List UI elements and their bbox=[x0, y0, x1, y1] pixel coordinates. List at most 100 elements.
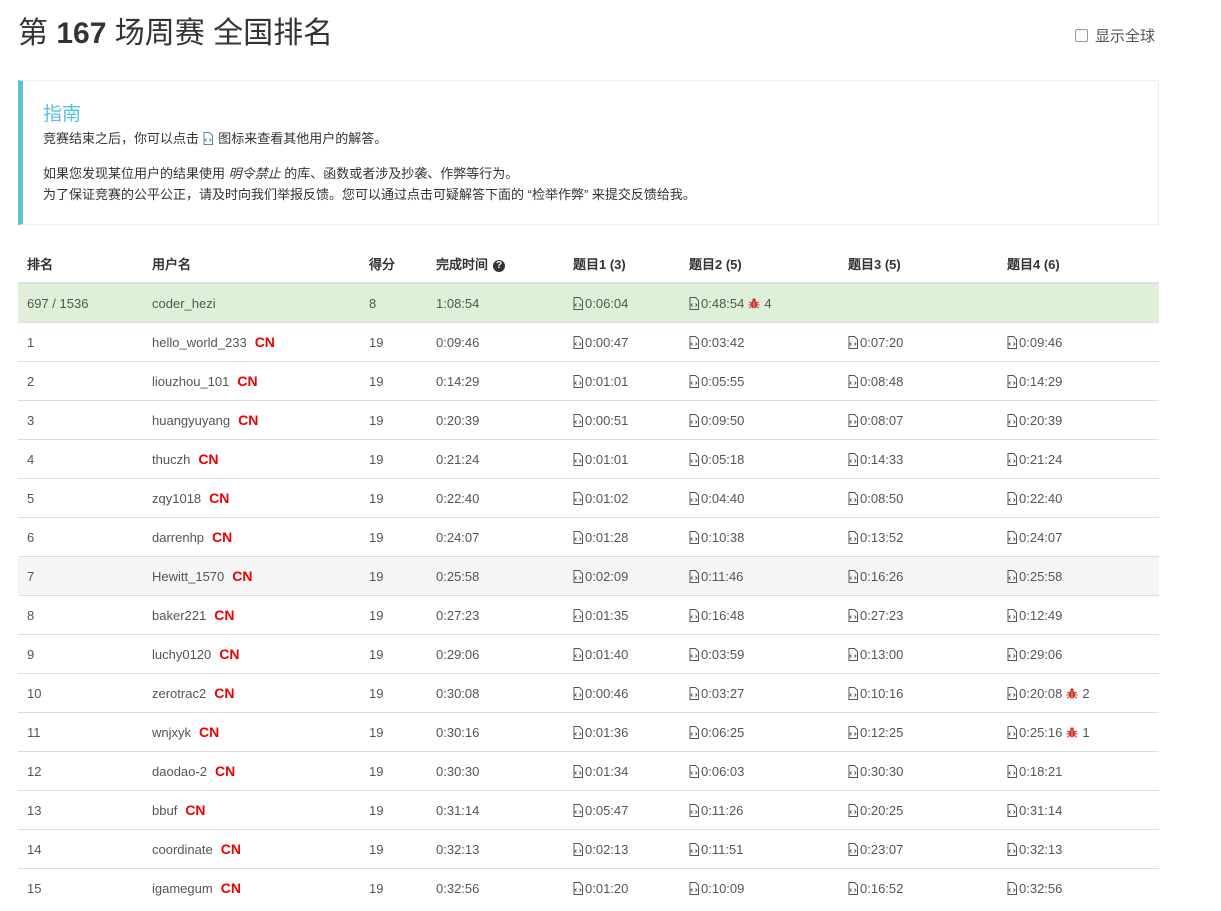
q3-cell[interactable]: 0:14:33 bbox=[839, 439, 998, 479]
q3-cell[interactable]: 0:12:25 bbox=[839, 712, 998, 752]
q2-cell[interactable]: 0:10:38 bbox=[680, 517, 839, 557]
username-link[interactable]: liouzhou_101 bbox=[152, 374, 229, 389]
username-link[interactable]: igamegum bbox=[152, 881, 213, 896]
username-cell[interactable]: zqy1018 CN bbox=[143, 478, 360, 518]
code-file-icon[interactable] bbox=[848, 452, 858, 466]
username-link[interactable]: coordinate bbox=[152, 842, 213, 857]
q1-cell[interactable]: 0:00:47 bbox=[564, 322, 680, 362]
code-file-icon[interactable] bbox=[573, 530, 583, 544]
username-link[interactable]: zerotrac2 bbox=[152, 686, 206, 701]
q1-cell[interactable]: 0:01:40 bbox=[564, 634, 680, 674]
code-file-icon[interactable] bbox=[573, 764, 583, 778]
q1-cell[interactable]: 0:02:09 bbox=[564, 556, 680, 596]
q2-cell[interactable]: 0:09:50 bbox=[680, 400, 839, 440]
header-q4[interactable]: 题目4 (6) bbox=[998, 245, 1159, 284]
question-circle-icon[interactable]: ? bbox=[493, 260, 506, 272]
q3-cell[interactable]: 0:20:25 bbox=[839, 790, 998, 830]
q3-cell[interactable]: 0:16:52 bbox=[839, 868, 998, 907]
q1-cell[interactable]: 0:00:46 bbox=[564, 673, 680, 713]
q3-cell[interactable]: 0:23:07 bbox=[839, 829, 998, 869]
code-file-icon[interactable] bbox=[689, 335, 699, 349]
code-file-icon[interactable] bbox=[689, 491, 699, 505]
q1-cell[interactable]: 0:01:28 bbox=[564, 517, 680, 557]
q1-cell[interactable]: 0:01:01 bbox=[564, 361, 680, 401]
my-q2-cell[interactable]: 0:48:54 4 bbox=[680, 282, 839, 323]
checkbox-icon[interactable] bbox=[1075, 29, 1088, 42]
q3-cell[interactable]: 0:10:16 bbox=[839, 673, 998, 713]
q2-cell[interactable]: 0:03:59 bbox=[680, 634, 839, 674]
q3-cell[interactable]: 0:08:07 bbox=[839, 400, 998, 440]
code-file-icon[interactable] bbox=[1007, 803, 1017, 817]
username-cell[interactable]: thuczh CN bbox=[143, 439, 360, 479]
q1-cell[interactable]: 0:00:51 bbox=[564, 400, 680, 440]
q2-cell[interactable]: 0:06:25 bbox=[680, 712, 839, 752]
username-link[interactable]: luchy0120 bbox=[152, 647, 211, 662]
username-link[interactable]: zqy1018 bbox=[152, 491, 201, 506]
code-file-icon[interactable] bbox=[848, 803, 858, 817]
q2-cell[interactable]: 0:03:27 bbox=[680, 673, 839, 713]
q3-cell[interactable]: 0:13:00 bbox=[839, 634, 998, 674]
username-cell[interactable]: bbuf CN bbox=[143, 790, 360, 830]
q1-cell[interactable]: 0:01:35 bbox=[564, 595, 680, 635]
code-file-icon[interactable] bbox=[848, 647, 858, 661]
q1-cell[interactable]: 0:01:20 bbox=[564, 868, 680, 907]
code-file-icon[interactable] bbox=[689, 374, 699, 388]
code-file-icon[interactable] bbox=[1007, 374, 1017, 388]
code-file-icon[interactable] bbox=[573, 335, 583, 349]
q4-cell[interactable]: 0:31:14 bbox=[998, 790, 1159, 830]
username-cell[interactable]: wnjxyk CN bbox=[143, 712, 360, 752]
q3-cell[interactable]: 0:08:50 bbox=[839, 478, 998, 518]
code-file-icon[interactable] bbox=[573, 647, 583, 661]
header-q3[interactable]: 题目3 (5) bbox=[839, 245, 998, 284]
code-file-icon[interactable] bbox=[848, 335, 858, 349]
code-file-icon[interactable] bbox=[689, 413, 699, 427]
code-file-icon[interactable] bbox=[1007, 842, 1017, 856]
q4-cell[interactable]: 0:25:58 bbox=[998, 556, 1159, 596]
username-link[interactable]: baker221 bbox=[152, 608, 206, 623]
code-file-icon[interactable] bbox=[1007, 686, 1017, 700]
username-cell[interactable]: coordinate CN bbox=[143, 829, 360, 869]
header-q2[interactable]: 题目2 (5) bbox=[680, 245, 839, 284]
code-file-icon[interactable] bbox=[1007, 881, 1017, 895]
code-file-icon[interactable] bbox=[573, 803, 583, 817]
q4-cell[interactable]: 0:32:56 bbox=[998, 868, 1159, 907]
q4-cell[interactable]: 0:24:07 bbox=[998, 517, 1159, 557]
code-file-icon[interactable] bbox=[689, 686, 699, 700]
show-global-toggle[interactable]: 显示全球 bbox=[1075, 25, 1155, 46]
header-q1[interactable]: 题目1 (3) bbox=[564, 245, 680, 284]
code-file-icon[interactable] bbox=[573, 296, 583, 310]
code-file-icon[interactable] bbox=[689, 842, 699, 856]
code-file-icon[interactable] bbox=[848, 530, 858, 544]
q2-cell[interactable]: 0:04:40 bbox=[680, 478, 839, 518]
code-file-icon[interactable] bbox=[848, 413, 858, 427]
q3-cell[interactable]: 0:27:23 bbox=[839, 595, 998, 635]
q2-cell[interactable]: 0:10:09 bbox=[680, 868, 839, 907]
code-file-icon[interactable] bbox=[689, 296, 699, 310]
code-file-icon[interactable] bbox=[1007, 569, 1017, 583]
code-file-icon[interactable] bbox=[689, 803, 699, 817]
code-file-icon[interactable] bbox=[848, 725, 858, 739]
code-file-icon[interactable] bbox=[848, 764, 858, 778]
username-link[interactable]: thuczh bbox=[152, 452, 190, 467]
my-username[interactable]: coder_hezi bbox=[143, 282, 360, 323]
username-cell[interactable]: igamegum CN bbox=[143, 868, 360, 907]
q4-cell[interactable]: 0:09:46 bbox=[998, 322, 1159, 362]
header-finish-time[interactable]: 完成时间? bbox=[427, 245, 564, 284]
my-q1-cell[interactable]: 0:06:04 bbox=[564, 282, 680, 323]
q1-cell[interactable]: 0:01:02 bbox=[564, 478, 680, 518]
code-file-icon[interactable] bbox=[689, 452, 699, 466]
q2-cell[interactable]: 0:05:18 bbox=[680, 439, 839, 479]
q4-cell[interactable]: 0:25:16 1 bbox=[998, 712, 1159, 752]
q2-cell[interactable]: 0:05:55 bbox=[680, 361, 839, 401]
q4-cell[interactable]: 0:21:24 bbox=[998, 439, 1159, 479]
code-file-icon[interactable] bbox=[689, 608, 699, 622]
code-file-icon[interactable] bbox=[1007, 647, 1017, 661]
q1-cell[interactable]: 0:05:47 bbox=[564, 790, 680, 830]
q4-cell[interactable]: 0:20:39 bbox=[998, 400, 1159, 440]
code-file-icon[interactable] bbox=[1007, 335, 1017, 349]
code-file-icon[interactable] bbox=[689, 530, 699, 544]
q4-cell[interactable]: 0:32:13 bbox=[998, 829, 1159, 869]
code-file-icon[interactable] bbox=[1007, 452, 1017, 466]
q2-cell[interactable]: 0:11:46 bbox=[680, 556, 839, 596]
username-cell[interactable]: liouzhou_101 CN bbox=[143, 361, 360, 401]
